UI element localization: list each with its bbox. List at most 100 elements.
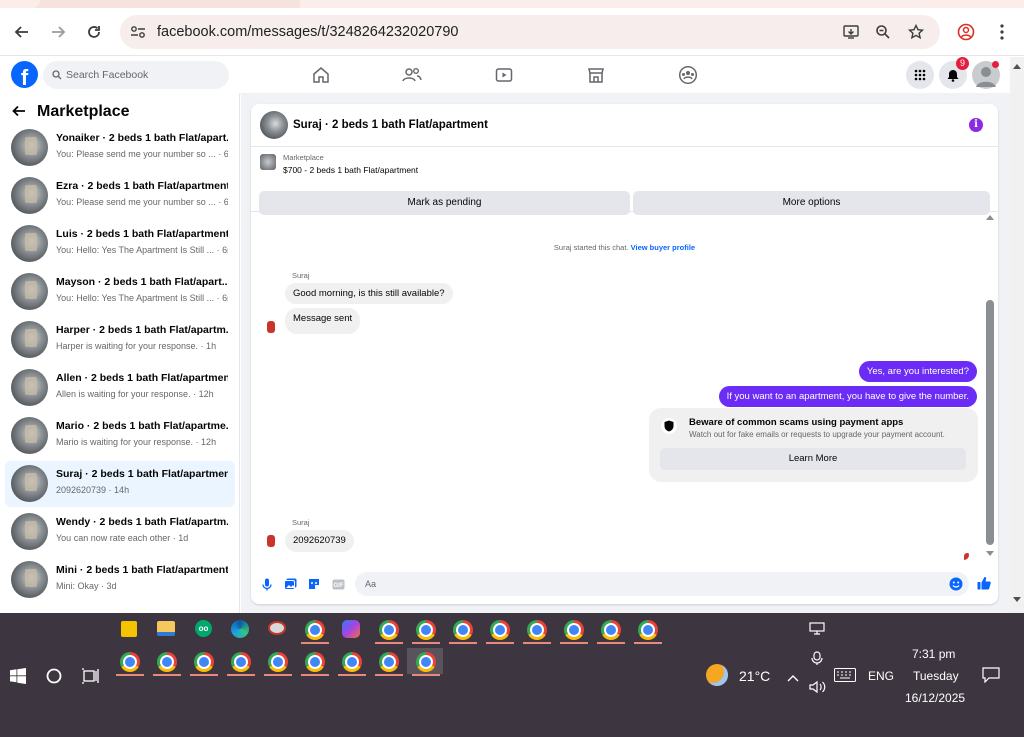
action-center-icon[interactable]	[982, 667, 1000, 688]
page-scrollbar[interactable]	[1010, 57, 1024, 613]
learn-more-button[interactable]: Learn More	[660, 448, 966, 470]
scroll-up-icon[interactable]	[986, 214, 994, 220]
messages-scrollbar[interactable]	[985, 215, 995, 560]
groups-icon[interactable]	[678, 65, 698, 85]
chrome-icon[interactable]	[379, 652, 399, 672]
chrome-icon[interactable]	[194, 652, 214, 672]
site-settings-icon[interactable]	[127, 21, 149, 43]
listing-price[interactable]: $700 - 2 beds 1 bath Flat/apartment	[283, 165, 418, 175]
list-item[interactable]: Harper · 2 beds 1 bath Flat/apartm... Ha…	[5, 317, 235, 363]
facebook-logo[interactable]: f	[11, 61, 38, 88]
running-indicator	[301, 642, 329, 644]
running-indicator	[338, 674, 366, 676]
page-scroll-up-icon[interactable]	[1013, 63, 1021, 69]
chrome-icon[interactable]	[268, 652, 288, 672]
clock-date[interactable]: 16/12/2025	[905, 691, 965, 705]
list-item-active[interactable]: Suraj · 2 beds 1 bath Flat/apartment 209…	[5, 461, 235, 507]
gif-icon[interactable]: GIF	[331, 577, 345, 591]
task-view-icon[interactable]	[81, 668, 99, 689]
network-icon[interactable]	[809, 622, 825, 641]
menu-grid-icon[interactable]	[906, 61, 934, 89]
sticker-icon[interactable]	[307, 577, 321, 591]
chat-avatar[interactable]	[260, 111, 288, 139]
tripadvisor-icon[interactable]: oo	[195, 620, 212, 637]
chrome-icon[interactable]	[305, 620, 325, 640]
windows-start-icon[interactable]	[10, 668, 26, 689]
scam-subtitle: Watch out for fake emails or requests to…	[689, 430, 945, 439]
outgoing-message: If you want to an apartment, you have to…	[718, 386, 977, 407]
weather-icon[interactable]	[706, 664, 728, 686]
chrome-icon[interactable]	[564, 620, 584, 640]
emoji-icon[interactable]	[949, 577, 963, 591]
browser-menu-icon[interactable]	[988, 18, 1016, 46]
page-scroll-down-icon[interactable]	[1013, 597, 1021, 603]
chrome-icon[interactable]	[342, 652, 362, 672]
chrome-icon[interactable]	[231, 652, 251, 672]
facebook-search[interactable]: Search Facebook	[43, 61, 229, 89]
list-item[interactable]: Mayson · 2 beds 1 bath Flat/apart... You…	[5, 269, 235, 315]
chrome-icon[interactable]	[527, 620, 547, 640]
chevron-up-icon[interactable]	[787, 669, 799, 687]
avatar	[11, 465, 48, 502]
chrome-icon[interactable]	[416, 620, 436, 640]
file-explorer-icon[interactable]	[157, 621, 175, 636]
chat-title[interactable]: Suraj · 2 beds 1 bath Flat/apartment	[293, 119, 488, 131]
message-input[interactable]: Aa	[355, 572, 969, 596]
chrome-icon[interactable]	[601, 620, 621, 640]
forward-icon[interactable]	[44, 18, 72, 46]
scrollbar-thumb[interactable]	[986, 300, 994, 545]
conversation-name: Harper · 2 beds 1 bath Flat/apartm...	[56, 324, 228, 336]
list-item[interactable]: Wendy · 2 beds 1 bath Flat/apartm... You…	[5, 509, 235, 555]
search-circle-icon[interactable]	[46, 668, 62, 689]
photo-icon[interactable]	[283, 577, 297, 591]
chrome-icon[interactable]	[120, 652, 140, 672]
chrome-icon[interactable]	[379, 620, 399, 640]
install-app-icon[interactable]	[840, 21, 862, 43]
back-arrow-icon[interactable]	[12, 104, 26, 122]
scroll-down-icon[interactable]	[986, 551, 994, 557]
list-item[interactable]: Ezra · 2 beds 1 bath Flat/apartment You:…	[5, 173, 235, 219]
listing-banner: Marketplace $700 - 2 beds 1 bath Flat/ap…	[251, 147, 998, 215]
running-indicator	[523, 642, 551, 644]
home-icon[interactable]	[311, 65, 331, 85]
chrome-icon[interactable]	[157, 652, 177, 672]
conversation-name: Allen · 2 beds 1 bath Flat/apartment	[56, 372, 228, 384]
back-icon[interactable]	[8, 18, 36, 46]
copilot-icon[interactable]	[342, 620, 360, 638]
list-item[interactable]: Mario · 2 beds 1 bath Flat/apartme... Ma…	[5, 413, 235, 459]
incoming-message: Message sent	[285, 308, 361, 334]
zoom-icon[interactable]	[872, 21, 894, 43]
list-item[interactable]: Yonaiker · 2 beds 1 bath Flat/apart... Y…	[5, 125, 235, 171]
clock-time[interactable]: 7:31 pm	[912, 647, 955, 661]
volume-icon[interactable]	[809, 680, 827, 699]
list-item[interactable]: Luis · 2 beds 1 bath Flat/apartment You:…	[5, 221, 235, 267]
language-indicator[interactable]: ENG	[868, 669, 894, 683]
sticky-notes-icon[interactable]	[121, 621, 137, 637]
list-item[interactable]: Mini · 2 beds 1 bath Flat/apartment Mini…	[5, 557, 235, 603]
clock-day[interactable]: Tuesday	[913, 669, 959, 683]
thumbs-up-icon[interactable]	[977, 576, 991, 590]
chrome-icon[interactable]	[305, 652, 325, 672]
chrome-icon[interactable]	[638, 620, 658, 640]
friends-icon[interactable]	[402, 65, 422, 85]
marketplace-icon[interactable]	[586, 65, 606, 85]
watch-icon[interactable]	[494, 65, 514, 85]
info-icon[interactable]: i	[969, 118, 983, 132]
microphone-icon[interactable]	[260, 577, 274, 591]
tab-strip-empty	[300, 0, 1024, 8]
reload-icon[interactable]	[80, 18, 108, 46]
address-bar[interactable]: facebook.com/messages/t/3248264232020790	[120, 15, 940, 49]
keyboard-icon[interactable]	[834, 668, 856, 687]
edge-browser-icon[interactable]	[231, 620, 249, 638]
list-item[interactable]: Allen · 2 beds 1 bath Flat/apartment All…	[5, 365, 235, 411]
microphone-tray-icon[interactable]	[811, 651, 823, 670]
chrome-icon[interactable]	[490, 620, 510, 640]
temperature[interactable]: 21°C	[739, 668, 770, 684]
view-buyer-profile-link[interactable]: View buyer profile	[631, 243, 695, 252]
listing-thumbnail[interactable]	[260, 154, 276, 170]
bookmark-star-icon[interactable]	[905, 21, 927, 43]
chrome-icon[interactable]	[453, 620, 473, 640]
profile-icon[interactable]	[952, 18, 980, 46]
paint-icon[interactable]	[268, 621, 286, 635]
chrome-icon[interactable]	[416, 652, 436, 672]
